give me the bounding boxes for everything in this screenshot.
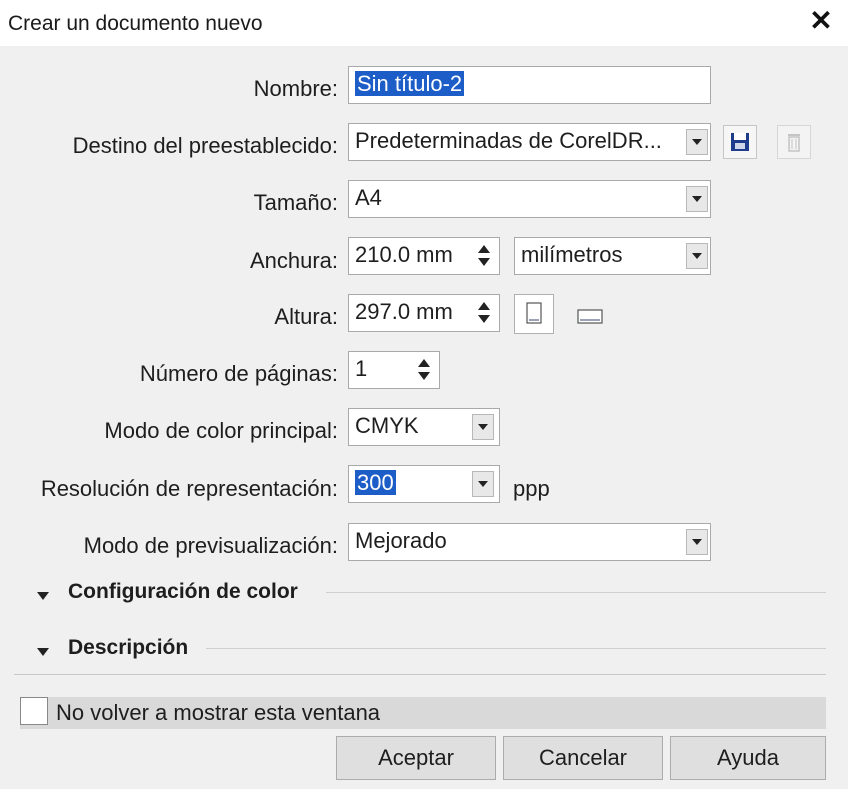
resolution-label: Resolución de representación: [40, 476, 338, 501]
resolution-dropdown-arrow-icon[interactable] [472, 471, 494, 497]
name-label: Nombre: [253, 76, 338, 101]
section-divider [206, 648, 826, 649]
landscape-button[interactable] [572, 298, 612, 332]
preview-mode-dropdown[interactable]: Mejorado [348, 523, 711, 561]
title-bar: Crear un documento nuevo ✕ [0, 0, 859, 46]
units-dropdown[interactable]: milímetros [514, 237, 711, 275]
accept-button[interactable]: Aceptar [336, 736, 496, 780]
name-input[interactable]: Sin título-2 [348, 66, 711, 104]
pages-value: 1 [355, 356, 368, 381]
description-section[interactable]: Descripción [68, 636, 188, 660]
preview-mode-value: Mejorado [355, 528, 447, 553]
preset-dropdown-arrow-icon[interactable] [686, 129, 708, 155]
size-value: A4 [355, 185, 382, 210]
color-mode-value: CMYK [355, 413, 419, 438]
preview-mode-label: Modo de previsualización: [83, 533, 338, 558]
color-settings-section[interactable]: Configuración de color [68, 580, 298, 604]
size-label: Tamaño: [253, 190, 338, 215]
units-value: milímetros [521, 242, 623, 267]
portrait-button[interactable] [514, 294, 554, 334]
dialog-body: Nombre: Sin título-2 Destino del preesta… [0, 46, 848, 789]
width-spinner-icon[interactable] [472, 241, 496, 271]
size-dropdown-arrow-icon[interactable] [686, 186, 708, 212]
width-value: 210.0 mm [355, 242, 453, 267]
name-input-text: Sin título-2 [355, 71, 465, 96]
help-button[interactable]: Ayuda [670, 736, 826, 780]
section-divider [326, 592, 826, 593]
save-icon [731, 133, 749, 151]
cancel-button[interactable]: Cancelar [503, 736, 663, 780]
preset-label: Destino del preestablecido: [72, 133, 338, 158]
preview-mode-dropdown-arrow-icon[interactable] [686, 529, 708, 555]
resolution-unit: ppp [513, 476, 550, 501]
dont-show-checkbox[interactable] [20, 697, 48, 725]
height-value: 297.0 mm [355, 299, 453, 324]
description-expand-triangle-icon[interactable] [37, 648, 49, 656]
close-icon[interactable]: ✕ [806, 6, 836, 36]
size-dropdown[interactable]: A4 [348, 180, 711, 218]
window-edge [848, 46, 859, 789]
preset-value: Predeterminadas de CorelDR... [355, 128, 662, 153]
delete-preset-button[interactable] [777, 125, 811, 159]
preset-dropdown[interactable]: Predeterminadas de CorelDR... [348, 123, 711, 161]
pages-spinner-icon[interactable] [412, 355, 436, 385]
landscape-icon [577, 309, 603, 324]
resolution-value: 300 [355, 470, 396, 495]
save-preset-button[interactable] [723, 125, 757, 159]
color-settings-expand-triangle-icon[interactable] [37, 592, 49, 600]
dialog-title: Crear un documento nuevo [8, 12, 263, 35]
units-dropdown-arrow-icon[interactable] [686, 243, 708, 269]
pages-label: Número de páginas: [139, 361, 338, 386]
height-spinner-icon[interactable] [472, 298, 496, 328]
portrait-icon [526, 302, 542, 324]
width-label: Anchura: [249, 248, 338, 273]
color-mode-dropdown-arrow-icon[interactable] [472, 414, 494, 440]
dont-show-label: No volver a mostrar esta ventana [56, 700, 381, 725]
height-label: Altura: [274, 304, 338, 329]
footer-divider [14, 674, 826, 675]
color-mode-label: Modo de color principal: [104, 418, 338, 443]
delete-icon [788, 134, 800, 152]
